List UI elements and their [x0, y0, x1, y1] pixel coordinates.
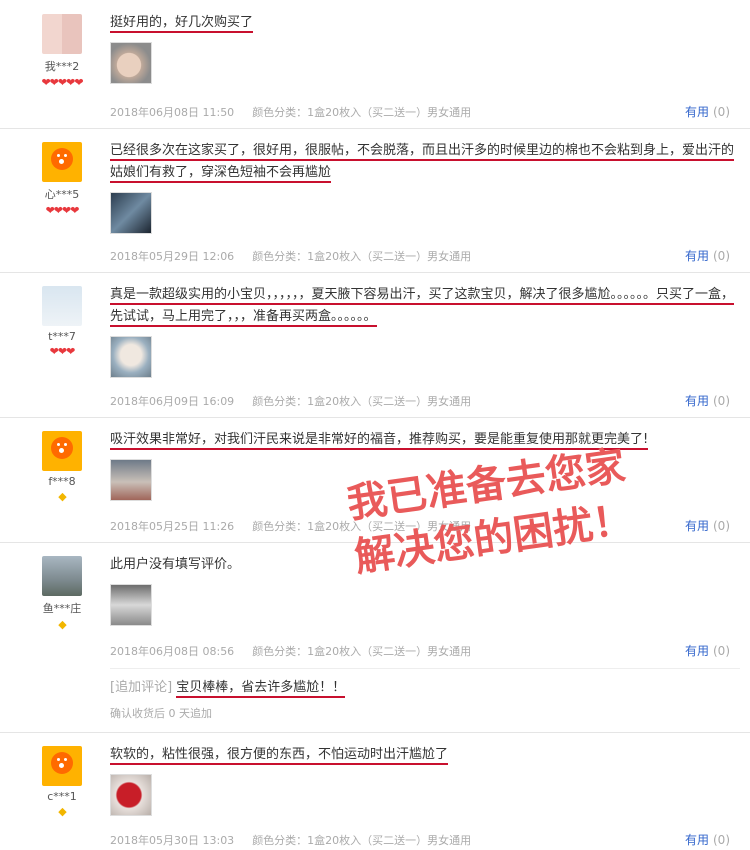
useful-count: (0) — [713, 105, 730, 119]
review-text: 挺好用的，好几次购买了 — [110, 15, 254, 33]
avatar[interactable] — [42, 142, 82, 182]
review-sku: 颜色分类：1盒20枚入（买二送一）男女通用 — [252, 645, 472, 658]
review-item: t***7 ❤❤❤ 真是一款超级实用的小宝贝，，，，，，夏天腋下容易出汗，买了这… — [0, 272, 750, 418]
review-date: 2018年05月25日 11:26 — [110, 520, 235, 533]
review-photo[interactable] — [110, 336, 152, 378]
heart-icon: ❤❤❤ — [49, 345, 76, 358]
useful-label: 有用 — [684, 394, 709, 408]
review-date: 2018年06月08日 08:56 — [110, 645, 235, 658]
review-item: 我***2 ❤❤❤❤❤ 挺好用的，好几次购买了 2018年06月08日 11:5… — [0, 0, 750, 129]
review-photo[interactable] — [110, 192, 152, 234]
review-meta: 2018年05月29日 12:06 颜色分类：1盒20枚入（买二送一）男女通用 — [110, 248, 489, 264]
avatar[interactable] — [42, 286, 82, 326]
review-text: 真是一款超级实用的小宝贝，，，，，，夏天腋下容易出汗，买了这款宝贝，解决了很多尴… — [110, 287, 735, 327]
review-meta: 2018年06月08日 08:56 颜色分类：1盒20枚入（买二送一）男女通用 — [110, 643, 489, 659]
diamond-icon: ◆ — [58, 618, 66, 631]
reviewer: 我***2 ❤❤❤❤❤ — [30, 14, 94, 89]
review-sku: 颜色分类：1盒20枚入（买二送一）男女通用 — [252, 250, 472, 263]
review-text: 已经很多次在这家买了，很好用，很服帖，不会脱落，而且出汗多的时候里边的棉也不会粘… — [110, 143, 735, 183]
review-body: 真是一款超级实用的小宝贝，，，，，，夏天腋下容易出汗，买了这款宝贝，解决了很多尴… — [110, 284, 740, 378]
review-date: 2018年06月09日 16:09 — [110, 395, 235, 408]
reviewer: t***7 ❤❤❤ — [30, 286, 94, 358]
reviewer-name: 鱼***庄 — [42, 602, 82, 615]
review-date: 2018年05月30日 13:03 — [110, 834, 235, 847]
reviewer-name: 我***2 — [44, 60, 80, 73]
review-body: 已经很多次在这家买了，很好用，很服帖，不会脱落，而且出汗多的时候里边的棉也不会粘… — [110, 140, 740, 234]
useful-label: 有用 — [684, 644, 709, 658]
useful-count: (0) — [713, 394, 730, 408]
useful-button[interactable]: 有用 (0) — [685, 517, 730, 534]
useful-count: (0) — [713, 833, 730, 847]
reviewer-name: 心***5 — [44, 188, 80, 201]
heart-icon: ❤❤❤❤ — [45, 204, 80, 217]
reviewer-name: c***1 — [47, 790, 77, 803]
review-sku: 颜色分类：1盒20枚入（买二送一）男女通用 — [252, 395, 472, 408]
review-photo[interactable] — [110, 584, 152, 626]
reviewer: 心***5 ❤❤❤❤ — [30, 142, 94, 217]
review-body: 软软的，粘性很强，很方便的东西，不怕运动时出汗尴尬了 — [110, 744, 740, 816]
avatar[interactable] — [42, 746, 82, 786]
reviewer: 鱼***庄 ◆ — [30, 556, 94, 631]
avatar[interactable] — [42, 431, 82, 471]
useful-button[interactable]: 有用 (0) — [685, 831, 730, 848]
reviewer: c***1 ◆ — [30, 746, 94, 818]
review-text: 软软的，粘性很强，很方便的东西，不怕运动时出汗尴尬了 — [110, 747, 449, 765]
review-photo[interactable] — [110, 459, 152, 501]
review-meta: 2018年05月30日 13:03 颜色分类：1盒20枚入（买二送一）男女通用 — [110, 832, 489, 848]
review-meta: 2018年06月09日 16:09 颜色分类：1盒20枚入（买二送一）男女通用 — [110, 393, 489, 409]
review-date: 2018年05月29日 12:06 — [110, 250, 235, 263]
avatar[interactable] — [42, 556, 82, 596]
heart-icon: ❤❤❤❤❤ — [41, 76, 83, 89]
diamond-icon: ◆ — [58, 490, 66, 503]
useful-count: (0) — [713, 644, 730, 658]
useful-count: (0) — [713, 519, 730, 533]
useful-label: 有用 — [684, 833, 709, 847]
review-meta: 2018年06月08日 11:50 颜色分类：1盒20枚入（买二送一）男女通用 — [110, 104, 489, 120]
review-sku: 颜色分类：1盒20枚入（买二送一）男女通用 — [252, 834, 472, 847]
reviewer-name: f***8 — [48, 475, 76, 488]
reviewer-name: t***7 — [48, 330, 76, 343]
append-note: 确认收货后 0 天追加 — [110, 707, 212, 720]
append-text: 宝贝棒棒，省去许多尴尬！！ — [176, 680, 346, 698]
useful-button[interactable]: 有用 (0) — [685, 247, 730, 264]
useful-label: 有用 — [684, 519, 709, 533]
review-photo[interactable] — [110, 774, 152, 816]
review-photo[interactable] — [110, 42, 152, 84]
useful-label: 有用 — [684, 249, 709, 263]
useful-button[interactable]: 有用 (0) — [685, 103, 730, 120]
append-review: [追加评论] 宝贝棒棒，省去许多尴尬！！ 确认收货后 0 天追加 — [110, 668, 740, 721]
useful-label: 有用 — [684, 105, 709, 119]
useful-count: (0) — [713, 249, 730, 263]
review-date: 2018年06月08日 11:50 — [110, 106, 235, 119]
review-item: c***1 ◆ 软软的，粘性很强，很方便的东西，不怕运动时出汗尴尬了 2018年… — [0, 732, 750, 850]
append-label: [追加评论] — [110, 680, 173, 695]
diamond-icon: ◆ — [58, 805, 66, 818]
review-sku: 颜色分类：1盒20枚入（买二送一）男女通用 — [252, 106, 472, 119]
avatar[interactable] — [42, 14, 82, 54]
review-item: 心***5 ❤❤❤❤ 已经很多次在这家买了，很好用，很服帖，不会脱落，而且出汗多… — [0, 128, 750, 273]
useful-button[interactable]: 有用 (0) — [685, 392, 730, 409]
reviewer: f***8 ◆ — [30, 431, 94, 503]
review-body: 挺好用的，好几次购买了 — [110, 12, 740, 84]
useful-button[interactable]: 有用 (0) — [685, 642, 730, 659]
